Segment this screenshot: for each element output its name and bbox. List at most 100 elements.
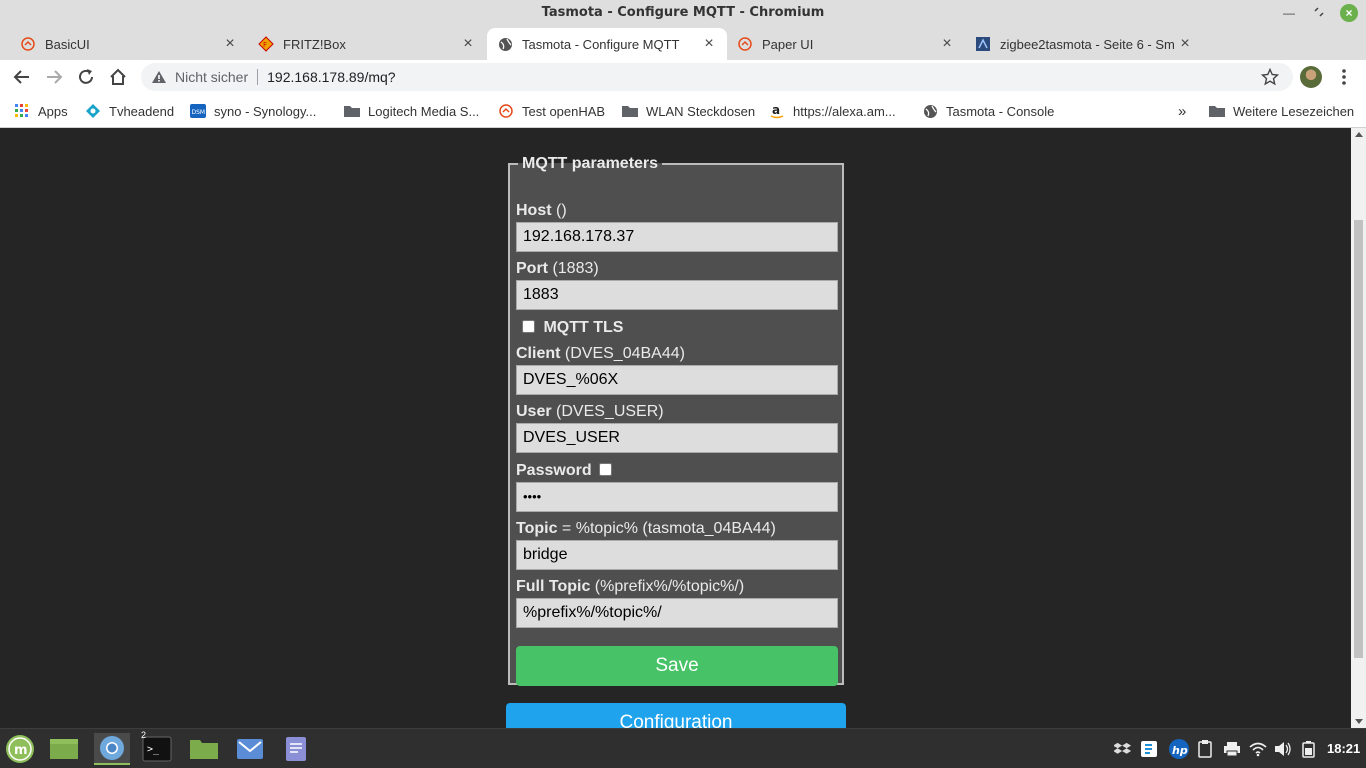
tab-zigbee2tasmota[interactable]: zigbee2tasmota - Seite 6 - Sm ×	[965, 28, 1203, 60]
url-text[interactable]: 192.168.178.89/mq?	[267, 69, 395, 85]
files-icon[interactable]	[186, 733, 222, 765]
client-label: Client (DVES_04BA44)	[516, 345, 685, 362]
warning-icon[interactable]	[151, 70, 167, 84]
forum-icon	[975, 36, 991, 52]
bookmark-wlan-steckdosen[interactable]: WLAN Steckdosen	[622, 101, 755, 121]
close-tab-icon[interactable]: ×	[1177, 35, 1193, 53]
security-label[interactable]: Nicht sicher	[175, 69, 248, 85]
full-topic-input[interactable]: %prefix%/%topic%/	[516, 598, 838, 628]
fritzbox-icon: F	[258, 36, 274, 52]
bookmark-logitech[interactable]: Logitech Media S...	[344, 101, 479, 121]
host-input[interactable]: 192.168.178.37	[516, 222, 838, 252]
password-label: Password	[516, 462, 613, 480]
bookmark-other-folder[interactable]: Weitere Lesezeichen	[1209, 101, 1354, 121]
window-title: Tasmota - Configure MQTT - Chromium	[541, 5, 825, 20]
scroll-down-icon[interactable]	[1355, 719, 1363, 724]
password-input[interactable]: ••••	[516, 482, 838, 512]
bookmark-synology[interactable]: DSM syno - Synology...	[190, 101, 316, 121]
tab-label: zigbee2tasmota - Seite 6 - Sm	[1000, 36, 1175, 52]
port-input[interactable]: 1883	[516, 280, 838, 310]
mqtt-tls-row: MQTT TLS	[522, 319, 623, 337]
dsm-icon: DSM	[190, 103, 206, 119]
clipboard-icon[interactable]	[1196, 740, 1214, 758]
window-titlebar: Tasmota - Configure MQTT - Chromium — ×	[0, 0, 1366, 26]
port-label: Port (1883)	[516, 260, 599, 277]
scroll-up-icon[interactable]	[1355, 132, 1363, 137]
printer-icon[interactable]	[1223, 740, 1241, 758]
mail-icon[interactable]	[232, 733, 268, 765]
volume-icon[interactable]	[1274, 740, 1292, 758]
forward-arrow-icon[interactable]	[41, 64, 67, 90]
bookmarks-bar: Apps Tvheadend DSM syno - Synology... Lo…	[0, 94, 1366, 128]
svg-text:a: a	[772, 103, 780, 117]
dropbox-icon[interactable]	[1114, 740, 1132, 758]
mqtt-tls-checkbox[interactable]	[522, 320, 535, 333]
bookmark-alexa[interactable]: a https://alexa.am...	[769, 101, 896, 121]
tab-paperui[interactable]: Paper UI ×	[727, 28, 965, 60]
openhab-icon	[20, 36, 36, 52]
chromium-taskbar-icon[interactable]	[94, 733, 130, 765]
save-button[interactable]: Save	[516, 646, 838, 686]
bookmark-tvheadend[interactable]: Tvheadend	[85, 101, 174, 121]
taskbar-clock[interactable]: 18:21	[1327, 741, 1360, 756]
close-tab-icon[interactable]: ×	[460, 35, 476, 53]
svg-text:m: m	[14, 743, 28, 758]
folder-icon	[1209, 103, 1225, 119]
bookmark-apps[interactable]: Apps	[14, 101, 68, 121]
back-arrow-icon[interactable]	[9, 64, 35, 90]
document-scanner-icon[interactable]	[1140, 740, 1158, 758]
close-tab-icon[interactable]: ×	[701, 35, 717, 53]
bookmark-label: https://alexa.am...	[793, 103, 896, 119]
desktop-taskbar: m >_ 2 hp 18:21	[0, 728, 1366, 768]
configuration-button[interactable]: Configuration	[506, 703, 846, 728]
bookmark-label: syno - Synology...	[214, 103, 317, 119]
bookmark-label: Tasmota - Console	[946, 103, 1055, 119]
bookmark-label: WLAN Steckdosen	[646, 103, 756, 119]
folder-icon	[344, 103, 360, 119]
profile-avatar[interactable]	[1300, 66, 1322, 88]
terminal-window-count: 2	[141, 730, 147, 740]
apps-grid-icon	[14, 103, 30, 119]
mqtt-tls-label: MQTT TLS	[543, 319, 624, 336]
mint-menu-icon[interactable]: m	[2, 733, 38, 765]
page-scrollbar[interactable]	[1351, 128, 1366, 728]
scrollbar-thumb[interactable]	[1354, 220, 1363, 658]
text-editor-icon[interactable]	[278, 733, 314, 765]
svg-text:DSM: DSM	[192, 109, 206, 116]
topic-input[interactable]: bridge	[516, 540, 838, 570]
user-input[interactable]: DVES_USER	[516, 423, 838, 453]
tab-strip: BasicUI × F FRITZ!Box × Tasmota - Config…	[0, 26, 1366, 78]
amazon-icon: a	[769, 103, 785, 119]
bookmark-label: Weitere Lesezeichen	[1233, 103, 1355, 119]
reload-icon[interactable]	[73, 64, 99, 90]
close-window-icon[interactable]: ×	[1340, 4, 1358, 22]
host-label: Host ()	[516, 202, 567, 219]
bookmark-tasmota-console[interactable]: Tasmota - Console	[922, 101, 1054, 121]
tab-label: Paper UI	[762, 36, 814, 52]
tvheadend-icon	[85, 103, 101, 119]
show-desktop-icon[interactable]	[46, 733, 82, 765]
minimize-icon[interactable]: —	[1280, 4, 1298, 22]
kebab-menu-icon[interactable]	[1336, 66, 1352, 88]
home-icon[interactable]	[105, 64, 131, 90]
maximize-icon[interactable]	[1310, 4, 1328, 22]
close-tab-icon[interactable]: ×	[939, 35, 955, 53]
client-input[interactable]: DVES_%06X	[516, 365, 838, 395]
bookmark-star-icon[interactable]	[1260, 67, 1280, 89]
wifi-icon[interactable]	[1249, 740, 1267, 758]
browser-toolbar: Nicht sicher 192.168.178.89/mq?	[0, 60, 1366, 94]
openhab-icon	[737, 36, 753, 52]
address-bar[interactable]: Nicht sicher 192.168.178.89/mq?	[141, 63, 1293, 91]
tab-basicui[interactable]: BasicUI ×	[10, 28, 248, 60]
show-password-checkbox[interactable]	[599, 463, 613, 476]
hp-printer-icon[interactable]: hp	[1168, 739, 1190, 759]
bookmarks-overflow-chevron-icon[interactable]: »	[1178, 101, 1186, 121]
globe-icon	[922, 103, 938, 119]
tab-fritzbox[interactable]: F FRITZ!Box ×	[248, 28, 486, 60]
tab-tasmota-mqtt[interactable]: Tasmota - Configure MQTT ×	[487, 28, 727, 60]
folder-icon	[622, 103, 638, 119]
topic-label: Topic = %topic% (tasmota_04BA44)	[516, 520, 776, 537]
bookmark-test-openhab[interactable]: Test openHAB	[498, 101, 605, 121]
battery-icon[interactable]	[1300, 740, 1318, 758]
close-tab-icon[interactable]: ×	[222, 35, 238, 53]
